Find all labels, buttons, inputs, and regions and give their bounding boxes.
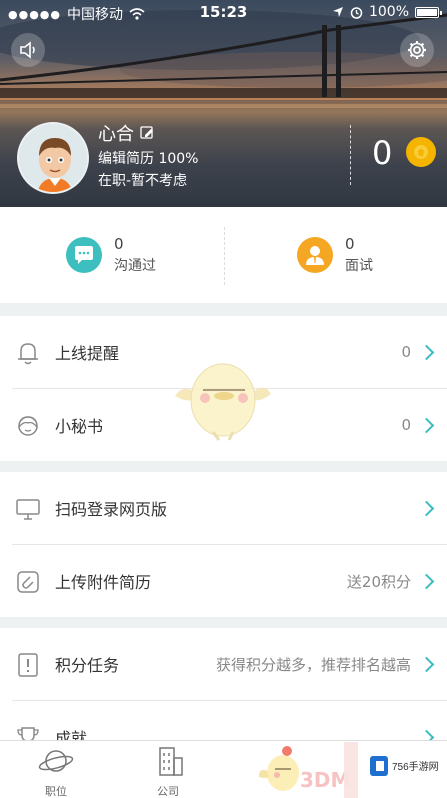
rewards-group: 积分任务 获得积分越多，推荐排名越高 成就 [0,628,447,740]
watermark-site: 756手游网 [392,762,439,773]
chevron-right-icon [418,729,435,740]
trophy-icon [17,727,39,740]
profile-page: ●●●●● 中国移动 15:23 100% 心合 编辑简历 100% 在职-暂不… [0,0,447,798]
monitor-icon [16,499,40,520]
building-icon [159,747,183,776]
tab-jobs[interactable]: 职位 [26,745,86,798]
assistant-icon [18,416,38,436]
status-bar: ●●●●● 中国移动 15:23 100% [0,0,447,24]
sound-button[interactable] [11,33,45,67]
assistant-count: 0 [401,416,411,434]
user-name-row[interactable]: 心合 [98,120,154,146]
stats-divider [224,227,225,285]
points-task-label: 积分任务 [55,656,120,675]
job-status[interactable]: 在职-暂不考虑 [98,170,187,190]
interviewer-icon [297,237,333,273]
upload-resume-label: 上传附件简历 [55,573,152,592]
attachment-icon [17,571,39,593]
tab-jobs-label: 职位 [45,785,67,798]
planet-icon [38,750,74,772]
upload-resume-reward: 送20积分 [346,572,411,591]
online-reminder-count: 0 [401,343,411,361]
achievement-row[interactable]: 成就 [0,701,447,740]
header-divider [350,125,351,185]
gear-icon [408,41,426,59]
assistant-label: 小秘书 [55,417,104,436]
scan-login-row[interactable]: 扫码登录网页版 [0,472,447,544]
chevron-right-icon [418,656,435,672]
duck-mascot-image [175,363,271,441]
user-avatar[interactable] [17,122,89,194]
tab-company[interactable]: 公司 [138,745,198,798]
chevron-right-icon [418,417,435,433]
gold-coin-icon [414,145,428,159]
edit-pencil-icon[interactable] [140,126,154,140]
tab-company-label: 公司 [157,785,179,798]
watermark-badge: 756手游网 [344,742,447,798]
online-reminder-label: 上线提醒 [55,344,120,363]
location-arrow-icon [332,7,343,17]
user-name: 心合 [98,124,134,145]
points-task-row[interactable]: 积分任务 获得积分越多，推荐排名越高 [0,628,447,700]
chevron-right-icon [418,500,435,516]
profile-header: ●●●●● 中国移动 15:23 100% 心合 编辑简历 100% 在职-暂不… [0,0,447,207]
upload-resume-row[interactable]: 上传附件简历 送20积分 [0,545,447,617]
speaker-icon [20,41,35,59]
chat-icon [66,237,102,273]
scan-login-label: 扫码登录网页版 [55,500,168,519]
interview-label: 面试 [345,258,373,274]
battery-icon [415,6,442,18]
alarm-icon [350,6,363,19]
battery-percent: 100% [368,4,409,20]
chevron-right-icon [418,573,435,589]
chevron-right-icon [418,344,435,360]
account-group: 扫码登录网页版 上传附件简历 送20积分 [0,472,447,617]
settings-button[interactable] [400,33,434,67]
bell-icon [18,343,38,365]
watermark-3dm: 3DM [300,768,351,792]
stat-communicated[interactable]: 0 沟通过 [66,235,156,275]
communicated-label: 沟通过 [114,258,156,274]
stat-interview[interactable]: 0 面试 [297,235,373,275]
edit-resume-link[interactable]: 编辑简历 100% [98,148,198,168]
interview-count: 0 [345,235,355,253]
achievement-label: 成就 [55,729,88,740]
points-task-hint: 获得积分越多，推荐排名越高 [215,655,411,674]
coin-icon[interactable] [406,137,436,167]
communicated-count: 0 [114,235,124,253]
task-icon [18,653,38,677]
coin-count[interactable]: 0 [372,134,392,172]
stats-panel: 0 沟通过 0 面试 [0,207,447,303]
